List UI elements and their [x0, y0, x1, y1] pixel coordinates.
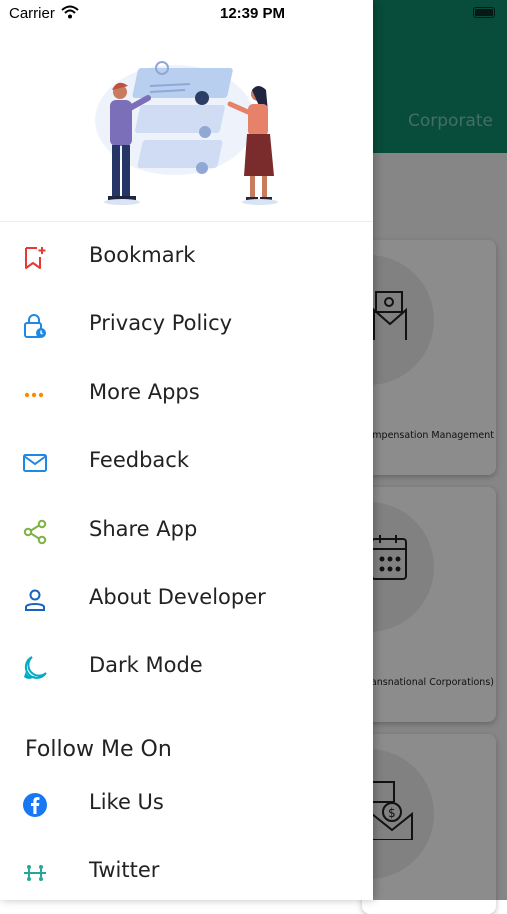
facebook-icon [23, 793, 47, 817]
menu-item-label: More Apps [89, 380, 200, 404]
menu-item-feedback[interactable]: Feedback [0, 434, 373, 490]
menu-item-label: Twitter [89, 858, 160, 882]
menu-item-like-us[interactable]: Like Us [0, 776, 373, 832]
menu-item-more-apps[interactable]: More Apps [0, 366, 373, 422]
menu-item-privacy-policy[interactable]: Privacy Policy [0, 297, 373, 353]
clock: 12:39 PM [220, 5, 286, 22]
wifi-icon [61, 5, 79, 19]
menu-item-about-developer[interactable]: About Developer [0, 571, 373, 627]
menu-item-bookmark[interactable]: Bookmark [0, 229, 373, 285]
follow-section-title: Follow Me On [25, 737, 172, 762]
twitter-icon [24, 865, 46, 881]
menu-item-label: Feedback [89, 448, 190, 472]
menu-item-label: About Developer [89, 585, 266, 609]
mail-icon [23, 454, 47, 472]
menu-item-twitter[interactable]: Twitter [0, 844, 373, 900]
menu-item-label: Privacy Policy [89, 311, 233, 335]
status-bar: Carrier 12:39 PM [0, 0, 373, 28]
menu-item-share-app[interactable]: Share App [0, 503, 373, 559]
menu-item-label: Like Us [89, 790, 164, 814]
bookmark-add-icon [25, 247, 46, 269]
more-dots-icon [24, 392, 44, 398]
menu-item-label: Bookmark [89, 243, 196, 267]
menu-item-dark-mode[interactable]: Dark Mode [0, 639, 373, 695]
header-illustration [95, 61, 278, 205]
menu-item-label: Share App [89, 517, 198, 541]
menu-item-label: Dark Mode [89, 653, 203, 677]
moon-icon [24, 656, 47, 679]
navigation-drawer: Carrier 12:39 PM Bookmark Privacy Policy… [0, 0, 373, 900]
share-icon [23, 519, 47, 545]
carrier-label: Carrier [9, 5, 55, 22]
person-icon [25, 589, 45, 611]
header-divider [0, 221, 373, 222]
lock-clock-icon [24, 314, 46, 338]
